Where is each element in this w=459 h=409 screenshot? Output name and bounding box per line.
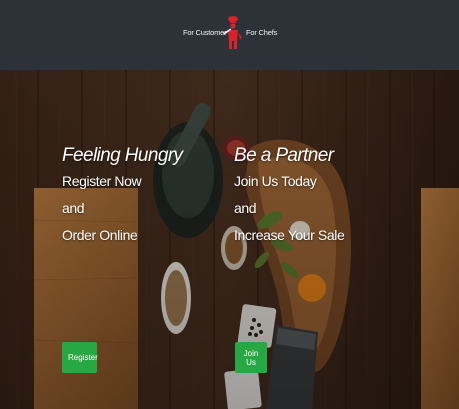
chef-headline: Be a Partner [234, 145, 334, 166]
join-us-button[interactable]: Join Us [235, 342, 267, 373]
chef-line-join: Join Us Today [234, 173, 317, 189]
customer-headline: Feeling Hungry [62, 145, 183, 166]
navbar: For Customer For Chefs [0, 0, 459, 70]
chef-line-and: and [234, 200, 257, 216]
customer-cta: Feeling Hungry Register Now and Order On… [62, 144, 183, 373]
chef-cta: Be a Partner Join Us Today and Increase … [234, 144, 345, 373]
chef-line-increase: Increase Your Sale [234, 227, 345, 243]
hero-banner: Feeling Hungry Register Now and Order On… [0, 70, 459, 409]
customer-line-and: and [62, 200, 85, 216]
customer-line-order: Order Online [62, 227, 138, 243]
nav-link-for-chefs[interactable]: For Chefs [246, 28, 277, 37]
customer-line-register: Register Now [62, 173, 142, 189]
register-button[interactable]: Register [62, 342, 98, 373]
chef-logo-icon[interactable] [219, 14, 245, 52]
